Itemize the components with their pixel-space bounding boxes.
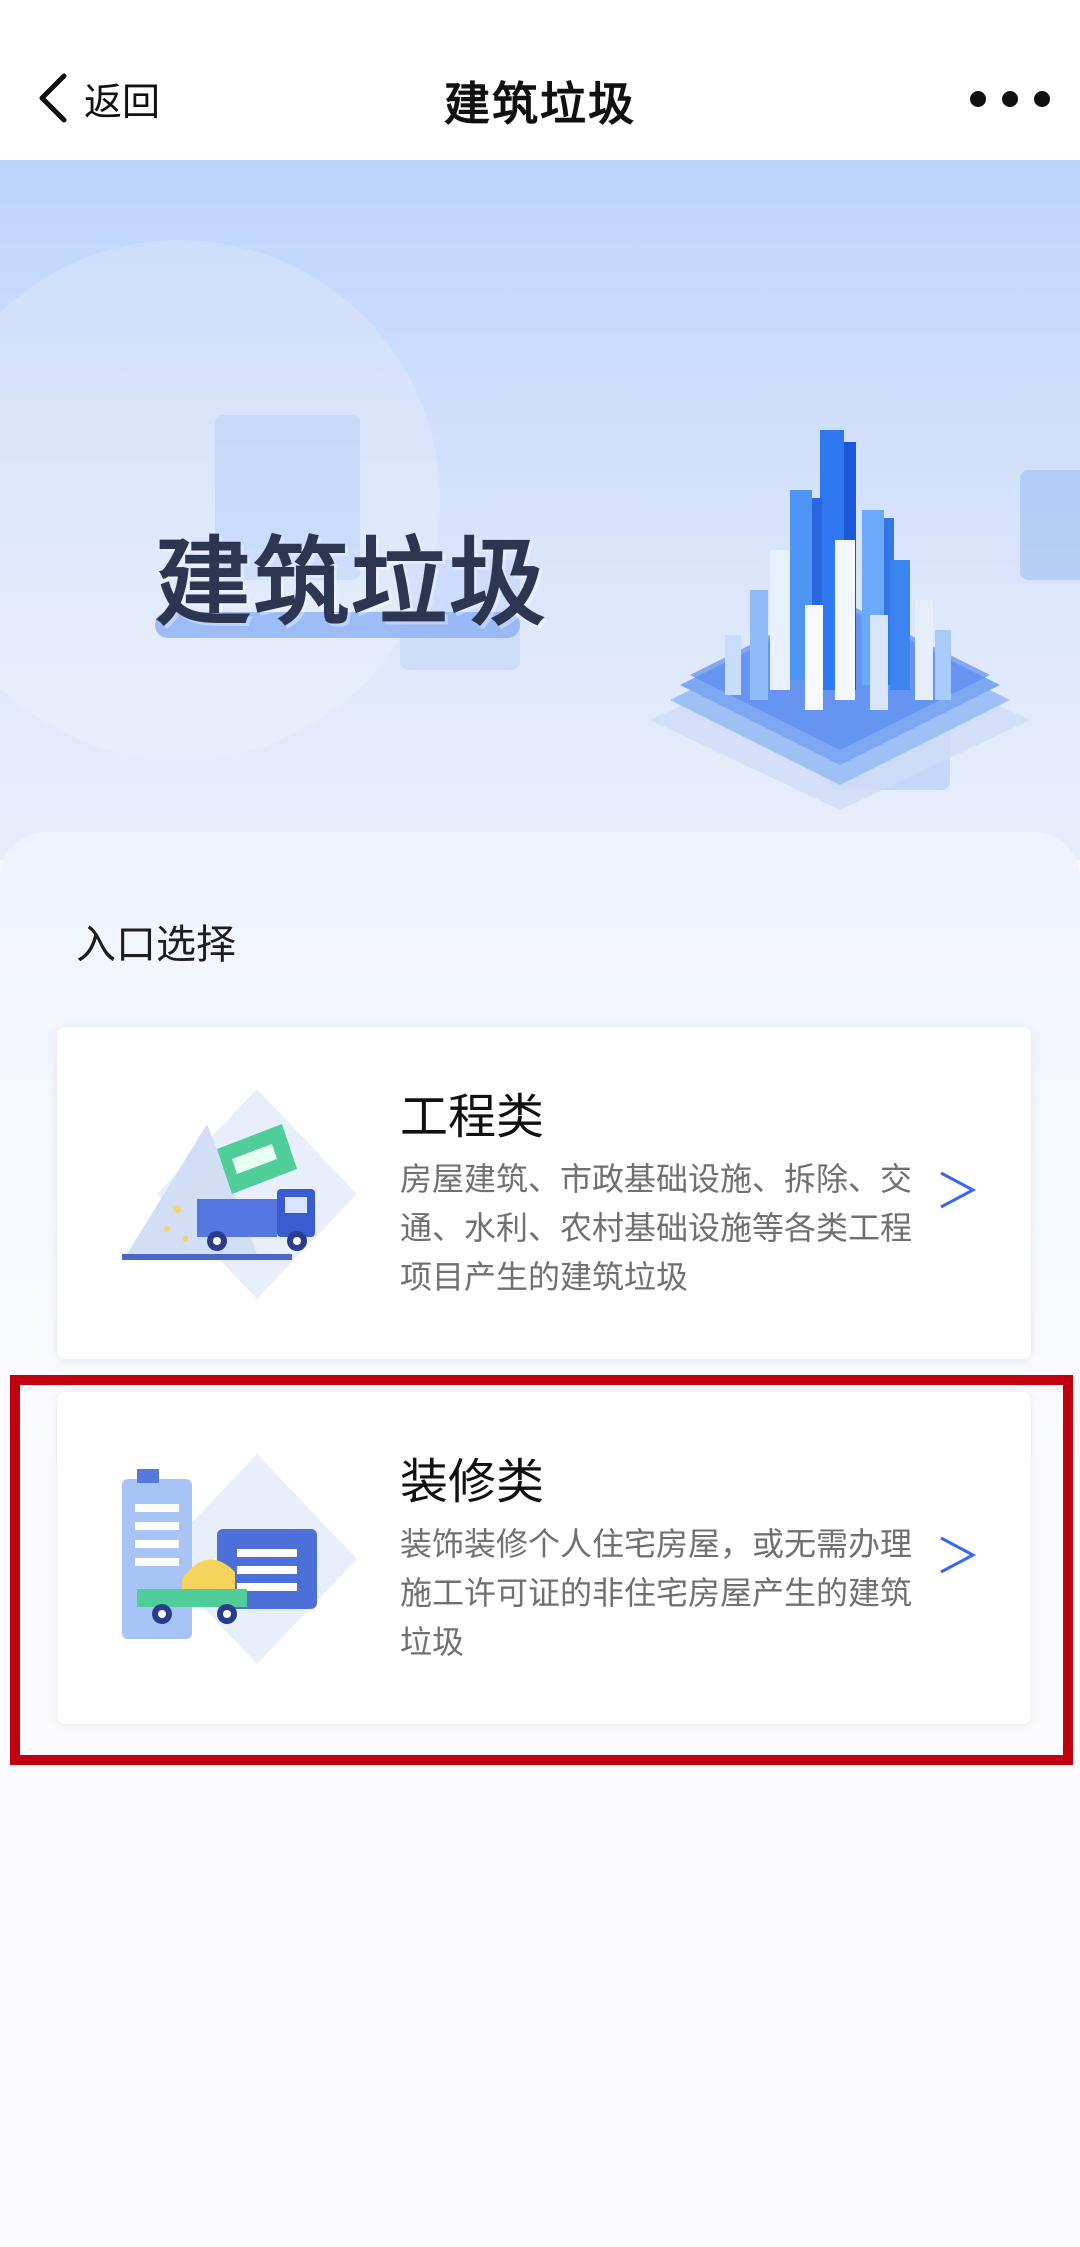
more-menu-button[interactable] <box>970 84 1050 114</box>
entry-panel: 入口选择 工程类 房屋建筑、市政基础设施、拆除、交通、水利、农村基础设施等各类工… <box>0 832 1080 2247</box>
dump-truck-icon <box>122 1089 357 1299</box>
nav-header: 返回 建筑垃圾 <box>0 0 1080 160</box>
more-dots-icon <box>970 91 986 107</box>
card-title: 装修类 <box>400 1454 545 1510</box>
app-root: 返回 建筑垃圾 建筑垃圾 入口选择 工程类 房屋建筑、市政基础设施、拆除、交通、… <box>0 0 1080 2247</box>
hero-banner: 建筑垃圾 <box>0 160 1080 860</box>
banner-title: 建筑垃圾 <box>155 527 547 639</box>
card-title: 工程类 <box>400 1089 545 1145</box>
renovation-category-card[interactable]: 装修类 装饰装修个人住宅房屋，或无需办理施工许可证的非住宅房屋产生的建筑垃圾 <box>57 1392 1031 1724</box>
renovation-truck-icon <box>122 1454 357 1664</box>
section-title: 入口选择 <box>76 922 236 968</box>
page-title: 建筑垃圾 <box>444 77 636 131</box>
chevron-right-icon <box>940 1536 977 1574</box>
engineering-category-card[interactable]: 工程类 房屋建筑、市政基础设施、拆除、交通、水利、农村基础设施等各类工程项目产生… <box>57 1027 1031 1359</box>
card-description: 房屋建筑、市政基础设施、拆除、交通、水利、农村基础设施等各类工程项目产生的建筑垃… <box>400 1160 913 1296</box>
city-buildings-icon <box>650 430 1030 810</box>
card-description: 装饰装修个人住宅房屋，或无需办理施工许可证的非住宅房屋产生的建筑垃圾 <box>400 1525 913 1661</box>
chevron-right-icon <box>940 1171 977 1209</box>
